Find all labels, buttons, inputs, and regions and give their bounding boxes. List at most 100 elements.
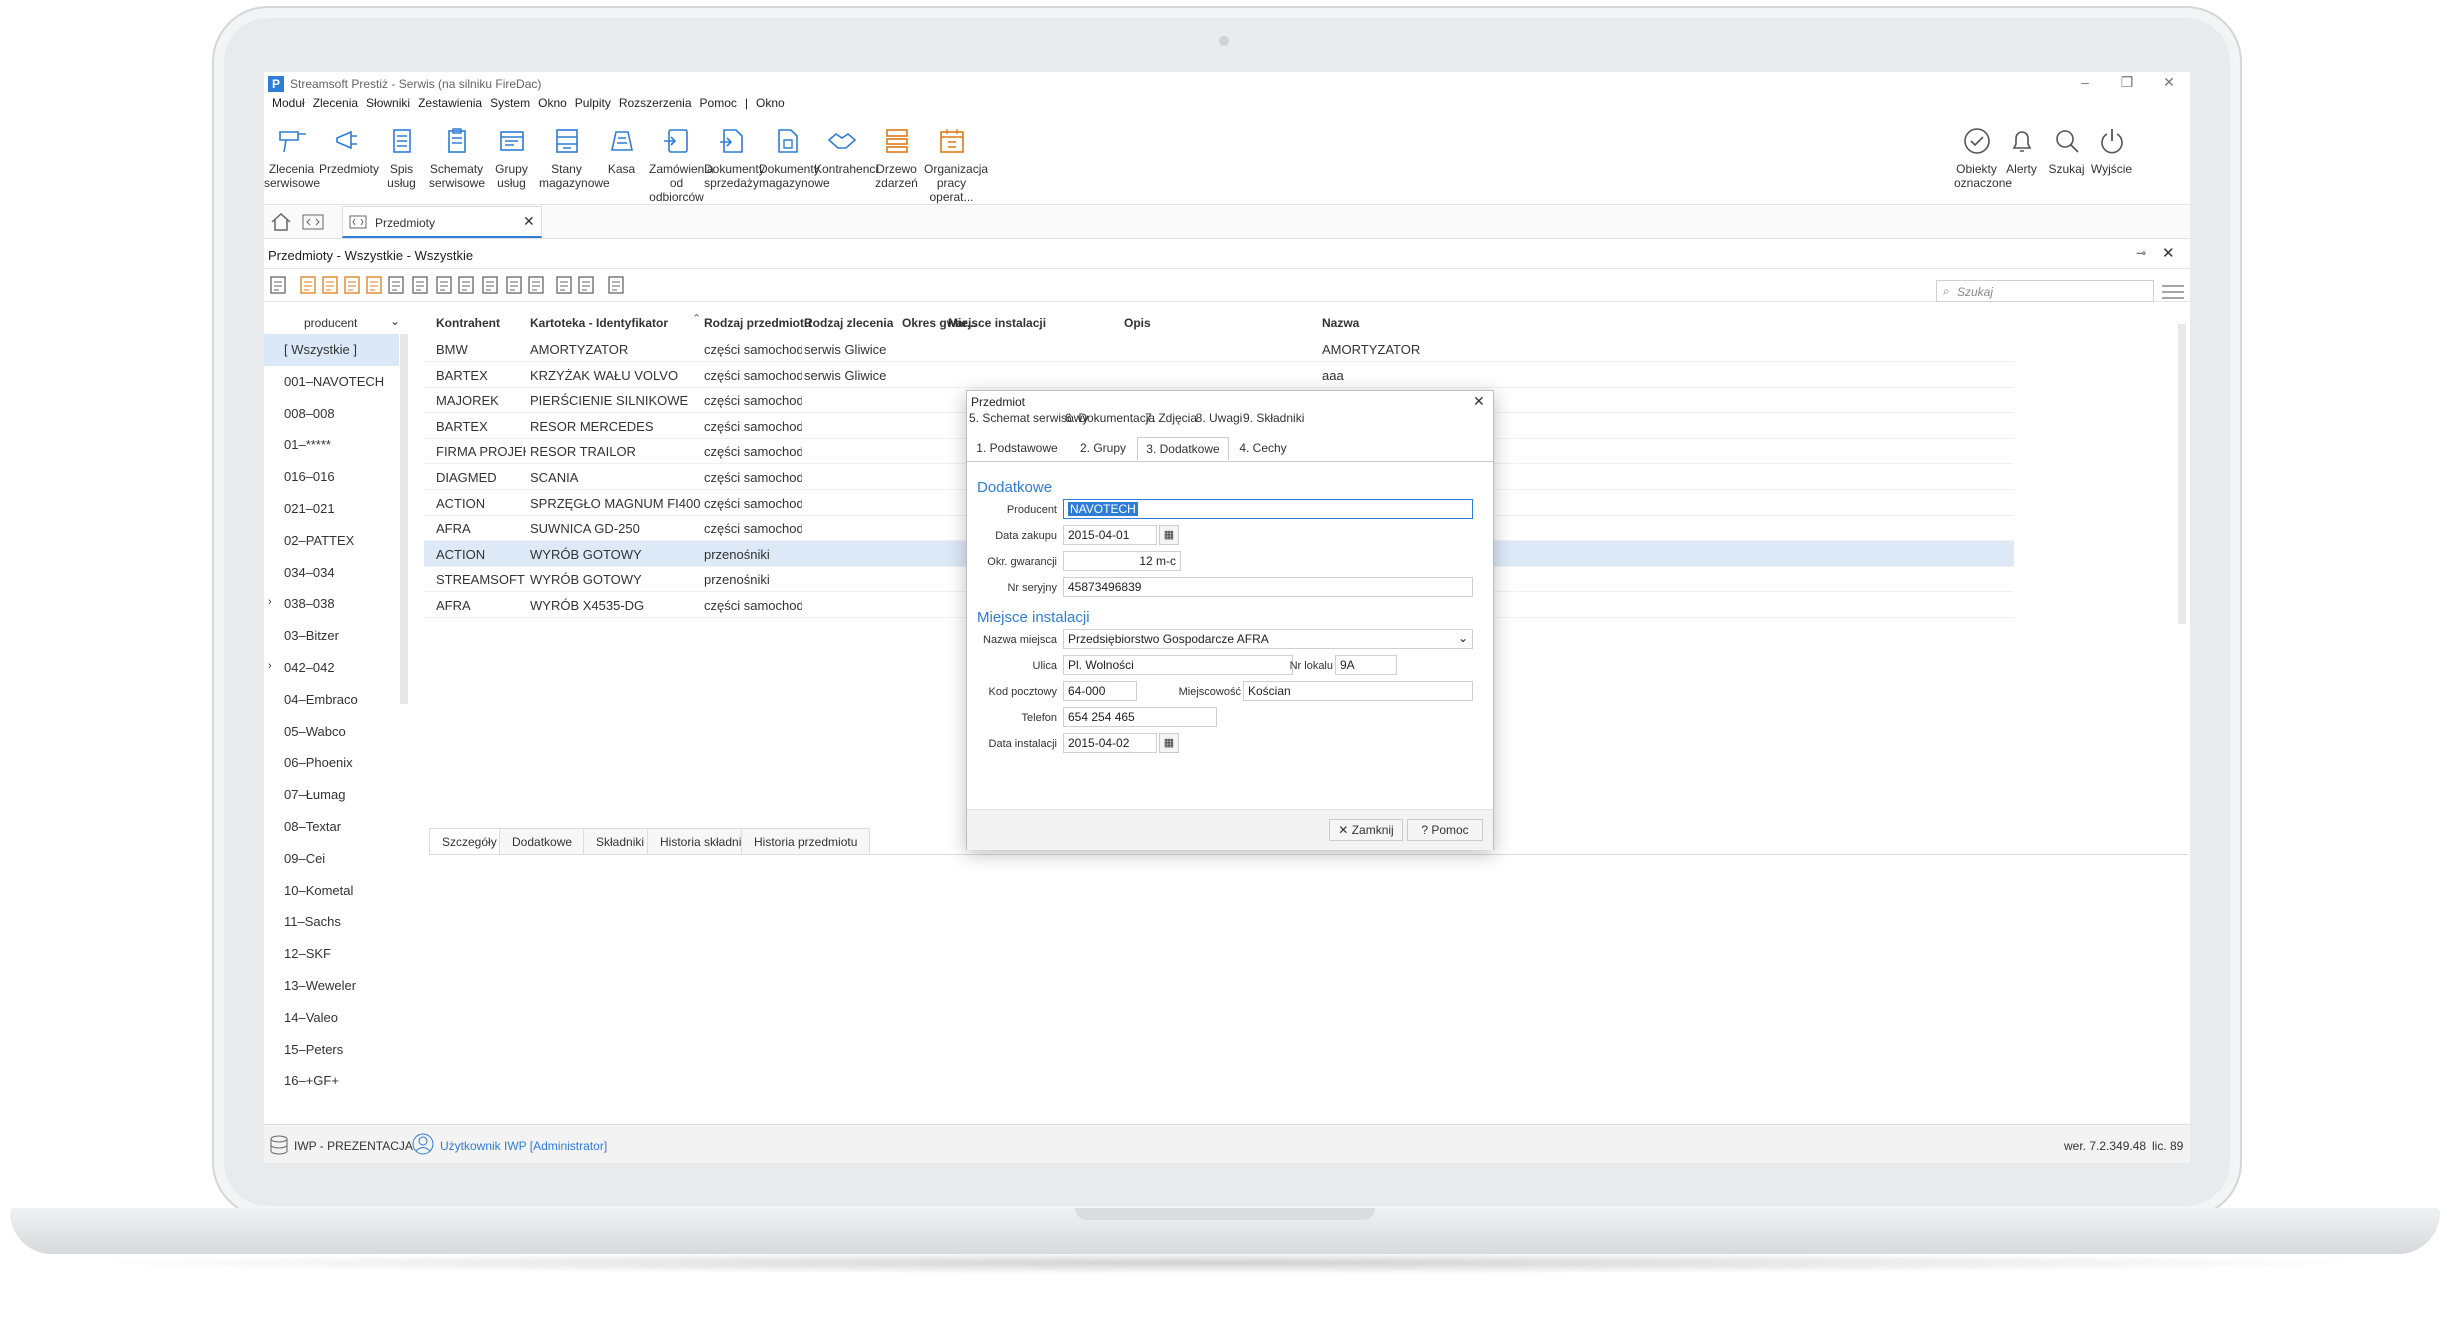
detail-tab[interactable]: Szczegóły — [429, 828, 510, 854]
filter-item[interactable]: 06–Phoenix — [264, 747, 399, 779]
ribbon-button[interactable]: Kontrahenci — [814, 118, 878, 204]
detail-tab[interactable]: Historia przedmiotu — [741, 828, 871, 854]
filter-item[interactable]: 03–Bitzer — [264, 620, 399, 652]
menu-item[interactable]: Rozszerzenia — [619, 96, 692, 110]
code-icon[interactable] — [302, 214, 326, 232]
ribbon-button[interactable]: Obiekty oznaczone — [1954, 118, 2012, 204]
layout-icon[interactable] — [456, 275, 478, 295]
tab-przedmioty[interactable]: Przedmioty ✕ — [342, 206, 542, 238]
ribbon-button[interactable]: Dokumenty sprzedaży — [704, 118, 765, 204]
dialog-tab[interactable]: 7. Zdjęcia — [1145, 407, 1197, 429]
options-icon[interactable] — [606, 275, 628, 295]
calendar-icon[interactable]: ▦ — [1159, 733, 1179, 753]
filter-item[interactable]: 034–034 — [264, 557, 399, 589]
ribbon-button[interactable]: Zlecenia serwisowe — [264, 118, 320, 204]
menu-item[interactable]: Okno — [756, 96, 785, 110]
filter-item[interactable]: 08–Textar — [264, 811, 399, 843]
nr-seryjny-field[interactable]: 45873496839 — [1063, 577, 1473, 597]
form-icon[interactable] — [434, 275, 456, 295]
column-header[interactable]: Kontrahent — [436, 316, 500, 338]
handshake-icon[interactable] — [410, 275, 432, 295]
column-header[interactable]: Opis — [1124, 316, 1151, 338]
left-scrollbar[interactable] — [400, 334, 408, 704]
home-icon[interactable] — [270, 212, 294, 232]
nazwa-miejsca-select[interactable]: Przedsiębiorstwo Gospodarcze AFRA ⌄ — [1063, 629, 1473, 649]
filter-item[interactable]: 04–Embraco — [264, 684, 399, 716]
dialog-tab[interactable]: 2. Grupy — [1071, 437, 1135, 459]
filter-item[interactable]: 016–016 — [264, 461, 399, 493]
filter-item[interactable]: 02–PATTEX — [264, 525, 399, 557]
menu-item[interactable]: Zlecenia — [313, 96, 358, 110]
grid-scrollbar[interactable] — [2178, 324, 2186, 624]
miejscowosc-field[interactable]: Kościan — [1243, 681, 1473, 701]
group-icon[interactable] — [554, 275, 576, 295]
detail-tab[interactable]: Składniki — [583, 828, 658, 854]
filter-item[interactable]: › 042–042 — [264, 652, 399, 684]
table-icon[interactable] — [576, 275, 598, 295]
pin-icon[interactable]: ⊸ — [2136, 246, 2146, 260]
menu-item[interactable]: System — [490, 96, 530, 110]
ribbon-button[interactable]: Kasa — [594, 118, 649, 204]
filter-item[interactable]: 01–***** — [264, 429, 399, 461]
filter-item[interactable]: 16–+GF+ — [264, 1065, 399, 1097]
filter-item[interactable]: 05–Wabco — [264, 716, 399, 748]
menu-item[interactable]: Pulpity — [575, 96, 611, 110]
ribbon-button[interactable]: Alerty — [1999, 118, 2044, 204]
drill-icon[interactable] — [268, 275, 290, 295]
edit-doc-icon[interactable] — [342, 275, 364, 295]
search-input[interactable]: ⌕ Szukaj — [1936, 280, 2154, 302]
filter-clear-icon[interactable] — [526, 275, 548, 295]
zamknij-button[interactable]: ✕ Zamknij — [1329, 819, 1403, 841]
minimize-button[interactable]: – — [2070, 74, 2100, 90]
filter-item[interactable]: 12–SKF — [264, 938, 399, 970]
filter-item[interactable]: 008–008 — [264, 398, 399, 430]
filter-item[interactable]: 13–Weweler — [264, 970, 399, 1002]
ribbon-button[interactable]: Schematy serwisowe — [429, 118, 485, 204]
filter-item[interactable]: 09–Cei — [264, 843, 399, 875]
filter-item[interactable]: 021–021 — [264, 493, 399, 525]
data-zakupu-field[interactable]: 2015-04-01 — [1063, 525, 1157, 545]
menu-item[interactable]: Zestawienia — [418, 96, 482, 110]
column-header[interactable]: Rodzaj przedmiotu — [704, 316, 811, 338]
filter-item[interactable]: 001–NAVOTECH — [264, 366, 399, 398]
filter-item[interactable]: 11–Sachs — [264, 906, 399, 938]
print-icon[interactable] — [386, 275, 408, 295]
filter-header[interactable]: producent ⌄ — [264, 312, 414, 334]
nr-lokalu-field[interactable]: 9A — [1335, 655, 1397, 675]
filter-item[interactable]: [ Wszystkie ] — [264, 334, 399, 366]
table-row[interactable]: BARTEX KRZYŻAK WAŁU VOLVO części samochodo… — [424, 362, 2014, 388]
ribbon-button[interactable]: Przedmioty — [319, 118, 379, 204]
dialog-tab[interactable]: 5. Schemat serwisowy — [969, 407, 1088, 429]
ribbon-button[interactable]: Szukaj — [2044, 118, 2089, 204]
hamburger-menu-icon[interactable] — [2162, 284, 2184, 303]
sort-asc-icon[interactable]: ⌃ — [692, 312, 701, 325]
user-link[interactable]: Użytkownik IWP [Administrator] — [440, 1139, 607, 1153]
table-row[interactable]: BMW AMORTYZATOR części samochodoweserwis G… — [424, 336, 2014, 362]
producent-field[interactable]: NAVOTECH — [1063, 499, 1473, 519]
ribbon-button[interactable]: Dokumenty magazynowe — [759, 118, 830, 204]
filter-item[interactable]: 07–Łumag — [264, 779, 399, 811]
dialog-close-icon[interactable]: ✕ — [1473, 393, 1485, 410]
delete-doc-icon[interactable] — [364, 275, 386, 295]
filter-item[interactable]: › 038–038 — [264, 588, 399, 620]
ribbon-button[interactable]: Organizacja pracy operat... — [924, 118, 988, 204]
detail-tab[interactable]: Dodatkowe — [499, 828, 586, 854]
new-doc-icon[interactable] — [298, 275, 320, 295]
filter-item[interactable]: 15–Peters — [264, 1034, 399, 1066]
kod-pocztowy-field[interactable]: 64-000 — [1063, 681, 1137, 701]
calendar-icon[interactable]: ▦ — [1159, 525, 1179, 545]
okr-gwarancji-field[interactable]: 12 m-c — [1063, 551, 1181, 571]
ulica-field[interactable]: Pl. Wolności — [1063, 655, 1293, 675]
dialog-tab[interactable]: 4. Cechy — [1229, 437, 1297, 459]
ribbon-button[interactable]: Grupy usług — [484, 118, 539, 204]
filter-icon[interactable] — [504, 275, 526, 295]
telefon-field[interactable]: 654 254 465 — [1063, 707, 1217, 727]
column-header[interactable]: Kartoteka - Identyfikator — [530, 316, 668, 338]
close-window-button[interactable]: ✕ — [2154, 74, 2184, 91]
restore-button[interactable]: ❐ — [2112, 74, 2142, 91]
ribbon-button[interactable]: Wyjście — [2089, 118, 2134, 204]
menu-item[interactable]: Okno — [538, 96, 567, 110]
filter-item[interactable]: 14–Valeo — [264, 1002, 399, 1034]
dialog-tab[interactable]: 3. Dodatkowe — [1137, 437, 1229, 460]
column-header[interactable]: Miejsce instalacji — [948, 316, 1046, 338]
